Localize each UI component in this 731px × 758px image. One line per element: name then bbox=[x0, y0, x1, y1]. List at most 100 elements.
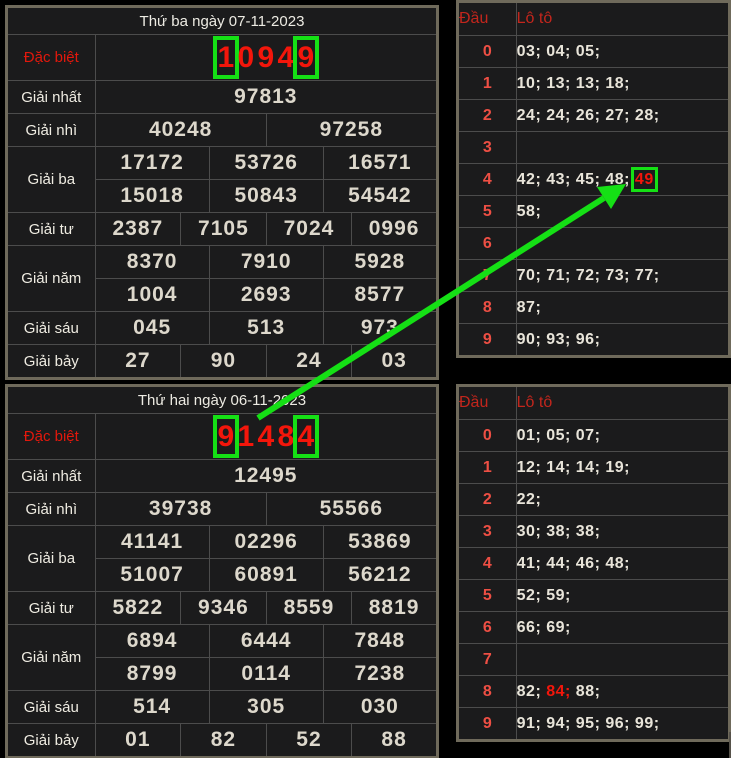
highlighted-loto-boxed: 49 bbox=[635, 171, 654, 188]
prize-value: 40248 bbox=[95, 114, 266, 147]
prize-value: 9346 bbox=[181, 592, 267, 625]
prize-value: 2693 bbox=[209, 279, 323, 312]
loto-row: 224; 24; 26; 27; 28; bbox=[458, 100, 730, 132]
loto-values: 30; 38; 38; bbox=[516, 516, 729, 548]
prize-label: Giải nhì bbox=[7, 493, 96, 526]
prize-value: 8577 bbox=[323, 279, 437, 312]
prize-value: 8819 bbox=[352, 592, 438, 625]
prize-value: 97813 bbox=[95, 81, 437, 114]
loto-values: 58; bbox=[516, 196, 729, 228]
prize-value: 88 bbox=[352, 724, 438, 758]
special-prize-row: Đặc biệt 91484 bbox=[7, 414, 438, 460]
prize-value: 5928 bbox=[323, 246, 437, 279]
special-prize-value: 10949 bbox=[95, 35, 437, 81]
loto-row: 110; 13; 13; 18; bbox=[458, 68, 730, 100]
prize-value: 7105 bbox=[181, 213, 267, 246]
special-digit: 0 bbox=[236, 39, 256, 76]
loto-row: 666; 69; bbox=[458, 612, 730, 644]
loto-row: 990; 93; 96; bbox=[458, 324, 730, 357]
loto-values: 10; 13; 13; 18; bbox=[516, 68, 729, 100]
prize-value: 55566 bbox=[266, 493, 437, 526]
loto-row: 991; 94; 95; 96; 99; bbox=[458, 708, 730, 741]
prize-label: Giải năm bbox=[7, 625, 96, 691]
loto-row: 6 bbox=[458, 228, 730, 260]
loto-digit: 6 bbox=[458, 612, 517, 644]
special-digit-boxed: 1 bbox=[216, 39, 236, 76]
loto-table-06-11-2023: Đầu Lô tô 001; 05; 07; 112; 14; 14; 19; … bbox=[456, 384, 731, 742]
prize-value: 0114 bbox=[209, 658, 323, 691]
special-prize-label: Đặc biệt bbox=[7, 414, 96, 460]
prize-value: 41141 bbox=[95, 526, 209, 559]
loto-row: 770; 71; 72; 73; 77; bbox=[458, 260, 730, 292]
date-row: Thứ ba ngày 07-11-2023 bbox=[7, 7, 438, 35]
loto-header-loto: Lô tô bbox=[516, 386, 729, 420]
prize-value: 15018 bbox=[95, 180, 209, 213]
prize-value: 8370 bbox=[95, 246, 209, 279]
loto-values: 82; 84; 88; bbox=[516, 676, 729, 708]
loto-digit: 3 bbox=[458, 132, 517, 164]
loto-row: 112; 14; 14; 19; bbox=[458, 452, 730, 484]
prize-value: 54542 bbox=[323, 180, 437, 213]
prize-label: Giải sáu bbox=[7, 312, 96, 345]
loto-values-prefix: 42; 43; 45; 48; bbox=[517, 171, 635, 188]
loto-digit: 4 bbox=[458, 548, 517, 580]
prize-value: 8559 bbox=[266, 592, 352, 625]
prize-value: 24 bbox=[266, 345, 352, 379]
loto-values: 22; bbox=[516, 484, 729, 516]
prize-label: Giải bảy bbox=[7, 345, 96, 379]
prize-value: 90 bbox=[181, 345, 267, 379]
loto-row: 552; 59; bbox=[458, 580, 730, 612]
prize-value: 27 bbox=[95, 345, 181, 379]
loto-values-suffix: ; bbox=[654, 171, 660, 188]
prize-row: Giải sáu 045 513 973 bbox=[7, 312, 438, 345]
prize-value: 8799 bbox=[95, 658, 209, 691]
prize-value: 50843 bbox=[209, 180, 323, 213]
prize-row: Giải bảy 01 82 52 88 bbox=[7, 724, 438, 758]
prize-row: Giải ba 41141 02296 53869 bbox=[7, 526, 438, 559]
loto-row: 4 42; 43; 45; 48; 49; bbox=[458, 164, 730, 196]
loto-digit: 5 bbox=[458, 196, 517, 228]
prize-value: 12495 bbox=[95, 460, 437, 493]
prize-label: Giải bảy bbox=[7, 724, 96, 758]
prize-value: 6894 bbox=[95, 625, 209, 658]
loto-row: 3 bbox=[458, 132, 730, 164]
prize-value: 6444 bbox=[209, 625, 323, 658]
prize-value: 7848 bbox=[323, 625, 437, 658]
loto-row: 8 82; 84; 88; bbox=[458, 676, 730, 708]
prize-value: 60891 bbox=[209, 559, 323, 592]
special-digit-boxed: 4 bbox=[296, 418, 316, 455]
loto-values: 91; 94; 95; 96; 99; bbox=[516, 708, 729, 741]
loto-row: 441; 44; 46; 48; bbox=[458, 548, 730, 580]
loto-header-dau: Đầu bbox=[458, 2, 517, 36]
loto-digit: 1 bbox=[458, 452, 517, 484]
result-table-06-11-2023: Thứ hai ngày 06-11-2023 Đặc biệt 91484 G… bbox=[5, 384, 439, 758]
loto-header-row: Đầu Lô tô bbox=[458, 386, 730, 420]
loto-header-row: Đầu Lô tô bbox=[458, 2, 730, 36]
loto-values: 87; bbox=[516, 292, 729, 324]
prize-label: Giải năm bbox=[7, 246, 96, 312]
loto-header-loto: Lô tô bbox=[516, 2, 729, 36]
loto-digit: 6 bbox=[458, 228, 517, 260]
prize-value: 045 bbox=[95, 312, 209, 345]
prize-label: Giải nhì bbox=[7, 114, 96, 147]
prize-value: 53869 bbox=[323, 526, 437, 559]
special-digit-boxed: 9 bbox=[296, 39, 316, 76]
loto-digit: 9 bbox=[458, 708, 517, 741]
prize-row: Giải năm 8370 7910 5928 bbox=[7, 246, 438, 279]
loto-digit: 2 bbox=[458, 484, 517, 516]
loto-values-prefix: 82; bbox=[517, 683, 547, 700]
prize-value: 82 bbox=[181, 724, 267, 758]
prize-row: Giải ba 17172 53726 16571 bbox=[7, 147, 438, 180]
loto-digit: 0 bbox=[458, 420, 517, 452]
loto-digit: 1 bbox=[458, 68, 517, 100]
prize-label: Giải tư bbox=[7, 213, 96, 246]
loto-values bbox=[516, 132, 729, 164]
loto-values: 24; 24; 26; 27; 28; bbox=[516, 100, 729, 132]
date-row: Thứ hai ngày 06-11-2023 bbox=[7, 386, 438, 414]
loto-digit: 9 bbox=[458, 324, 517, 357]
prize-value: 305 bbox=[209, 691, 323, 724]
draw-date-title: Thứ ba ngày 07-11-2023 bbox=[7, 7, 438, 35]
prize-value: 5822 bbox=[95, 592, 181, 625]
loto-digit: 7 bbox=[458, 644, 517, 676]
loto-row: 001; 05; 07; bbox=[458, 420, 730, 452]
